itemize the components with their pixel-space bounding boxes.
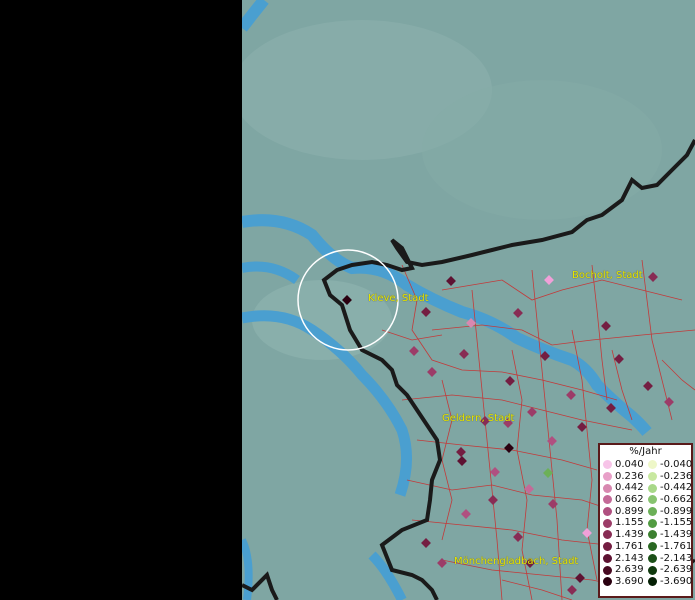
legend-entry-positive: 0.442 [603,482,644,494]
legend-value: 3.690 [615,575,644,587]
legend-entry-positive: 3.690 [603,576,644,588]
legend-swatch [648,472,657,482]
legend-value: -1.761 [660,540,693,552]
legend-row: 0.899 -0.899 [600,506,692,518]
legend-swatch [648,495,657,505]
legend-swatch [603,518,612,528]
legend-value: 0.236 [615,470,644,482]
city-label-bocholt: Bocholt, Stadt [572,270,643,281]
legend-entry-positive: 0.899 [603,506,644,518]
legend-value: 1.761 [615,540,644,552]
legend-value: -0.662 [660,494,693,506]
legend-swatch [603,577,612,587]
city-label-kleve: Kleve, Stadt [368,293,429,304]
legend-row: 3.690 -3.690 [600,576,692,588]
legend-row: 1.155 -1.155 [600,517,692,529]
legend-entry-negative: -2.143 [648,553,692,565]
city-label-geldern: Geldern, Stadt [442,413,515,424]
legend-value: -1.439 [660,529,693,541]
legend-value: -0.236 [660,470,693,482]
legend-value: -0.899 [660,505,693,517]
legend-swatch [648,553,657,563]
legend-swatch [603,460,612,470]
legend-entry-positive: 0.662 [603,494,644,506]
legend-value: 1.155 [615,517,644,529]
legend-value: 2.143 [615,552,644,564]
legend-value: 0.442 [615,482,644,494]
legend-swatch [603,553,612,563]
legend: %/Jahr 0.040 -0.040 0.236 -0.236 0.442 -0.442… [598,443,693,598]
legend-entry-positive: 1.761 [603,541,644,553]
legend-swatch [603,565,612,575]
legend-row: 0.442 -0.442 [600,482,692,494]
legend-entry-negative: -3.690 [648,576,692,588]
legend-row: 0.040 -0.040 [600,459,692,471]
legend-value: -2.143 [660,552,693,564]
legend-swatch [603,483,612,493]
legend-entry-negative: -2.639 [648,564,692,576]
legend-value: 0.899 [615,505,644,517]
legend-entry-positive: 0.236 [603,471,644,483]
legend-entry-negative: -1.761 [648,541,692,553]
legend-swatch [648,518,657,528]
city-label-moenchengladbach: Mönchengladbach, Stadt [454,556,579,567]
legend-row: 1.439 -1.439 [600,529,692,541]
legend-swatch [603,495,612,505]
legend-entry-positive: 1.439 [603,529,644,541]
legend-value: 0.040 [615,459,644,470]
legend-value: 1.439 [615,529,644,541]
legend-entry-positive: 1.155 [603,517,644,529]
legend-swatch [648,565,657,575]
legend-row: 1.761 -1.761 [600,541,692,553]
legend-value: -1.155 [660,517,693,529]
legend-swatch [603,472,612,482]
legend-swatch [603,542,612,552]
legend-value: 0.662 [615,494,644,506]
legend-entry-negative: -1.155 [648,517,692,529]
legend-title: %/Jahr [629,446,662,457]
legend-rows: 0.040 -0.040 0.236 -0.236 0.442 -0.442 0.662 -0… [600,459,692,588]
legend-entry-negative: -0.442 [648,482,692,494]
legend-row: 0.236 -0.236 [600,471,692,483]
legend-entry-negative: -0.662 [648,494,692,506]
legend-row: 0.662 -0.662 [600,494,692,506]
terrain-patch [422,80,662,220]
legend-swatch [603,530,612,540]
legend-value: -2.639 [660,564,693,576]
legend-swatch [648,507,657,517]
legend-swatch [603,507,612,517]
legend-swatch [648,483,657,493]
legend-entry-negative: -0.040 [648,459,692,471]
legend-swatch [648,577,657,587]
blank-area [0,0,242,600]
legend-swatch [648,460,657,470]
legend-row: 2.143 -2.143 [600,553,692,565]
legend-swatch [648,530,657,540]
legend-row: 2.639 -2.639 [600,564,692,576]
legend-entry-negative: -1.439 [648,529,692,541]
legend-value: -0.040 [660,459,693,470]
legend-swatch [648,542,657,552]
legend-entry-negative: -0.899 [648,506,692,518]
legend-value: -0.442 [660,482,693,494]
legend-entry-positive: 0.040 [603,459,644,471]
legend-value: -3.690 [660,575,693,587]
legend-entry-negative: -0.236 [648,471,692,483]
legend-entry-positive: 2.143 [603,553,644,565]
legend-value: 2.639 [615,564,644,576]
legend-entry-positive: 2.639 [603,564,644,576]
